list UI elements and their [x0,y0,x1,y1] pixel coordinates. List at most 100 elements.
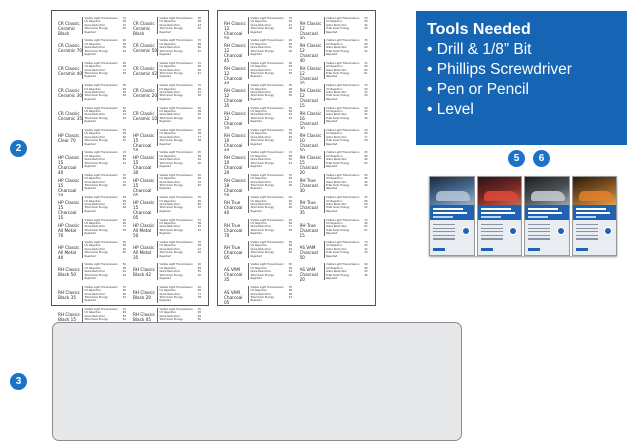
film-spec-values: 20 99 77 58 [118,219,126,233]
film-name-line: Charcoal 05 [133,210,152,219]
spec-value: 46 [122,206,126,210]
spec-label: Total Solar Energy Rejected [159,228,183,236]
film-name: AS VAM Charcoal 35 [224,267,248,282]
film-spec-values: 70 99 22 26 [118,17,126,31]
film-name: RH True Charcoal 70 [224,223,248,238]
film-name: HP Classic All Metal 35 [133,245,157,260]
spec-label: Total Solar Energy Rejected [250,228,274,236]
film-name-line: RH Classic 12 [299,88,322,99]
film-entry: HP Classic All Metal 70 Visible Light Tran… [58,218,127,241]
film-spec-values: 50 99 44 40 [360,17,367,31]
film-entry: CR Classic Ceramic 42 Visible Light Transm… [133,61,202,84]
spec-label: Total Solar Energy Rejected [250,49,274,57]
spec-label: Total Solar Energy Rejected [250,295,274,303]
spec-label: Total Solar Energy Rejected [84,27,108,34]
film-name-line: RH Classic 12 [224,88,246,99]
film-spec-labels: Visible Light Transmission UV Rejection Gl… [157,240,193,258]
car-photo [477,177,521,205]
brand-logo [433,248,445,251]
film-spec-values: 70 99 22 26 [193,84,201,98]
film-name-line: Black 20 [133,294,151,300]
film-name-line: Charcoal 05 [224,249,243,260]
film-spec-values: 70 99 22 26 [284,17,292,31]
car-icon [531,191,565,201]
film-spec-labels: Visible Light Transmission UV Rejection Gl… [82,173,118,191]
spec-label: Total Solar Energy Rejected [159,116,183,124]
film-name-line: RH Classic 12 [224,65,246,76]
film-spec-labels: Visible Light Transmission UV Rejection Gl… [248,196,284,214]
film-spec-labels: Visible Light Transmission UV Rejection Gl… [157,39,193,57]
tools-needed-box: Tools Needed • Drill & 1/8” Bit • Philli… [416,11,627,145]
spec-label: Total Solar Energy Rejected [326,139,350,146]
spec-label: Total Solar Energy Rejected [250,116,274,124]
spec-label: Total Solar Energy Rejected [84,49,108,57]
tools-title: Tools Needed [427,21,531,38]
film-name-line: All Metal 35 [133,249,152,260]
film-name: CR Classic Ceramic Black [58,21,82,36]
film-name-line: Ceramic 70 [58,48,82,54]
film-spec-values: 15 99 83 61 [118,151,126,165]
film-spec-labels: Visible Light Transmission UV Rejection Gl… [157,128,193,146]
film-spec-labels: Visible Light Transmission UV Rejection Gl… [82,151,118,169]
spec-value: 26 [364,251,368,255]
film-entry: CR Classic Ceramic 30 Visible Light Transm… [58,84,127,106]
spec-label: Total Solar Energy Rejected [250,161,274,168]
film-entry: RH Classic 12 Charcoal 35 Visible Light Tr… [224,84,294,107]
film-spec-values: 40 99 55 46 [284,196,292,210]
car-photo [430,177,474,205]
film-spec-labels: Visible Light Transmission UV Rejection Gl… [157,173,193,191]
spec-label: Total Solar Energy Rejected [159,139,183,146]
film-spec-values: 05 99 94 65 [118,241,126,255]
film-spec-values: 40 99 55 46 [118,39,126,53]
cover-badge-icon [509,227,517,235]
spec-value: 46 [122,49,126,53]
spec-value: 40 [364,183,368,187]
film-spec-labels: Visible Light Transmission UV Rejection Gl… [82,17,118,35]
film-spec-values: 50 99 44 40 [193,174,201,188]
spec-value: 52 [197,49,201,53]
film-entry: RH Classic 10 Charcoal 20 Visible Light Tr… [224,151,294,174]
spec-label: Total Solar Energy Rejected [159,161,183,168]
film-spec-labels: Visible Light Transmission UV Rejection Gl… [323,151,360,169]
film-entry: HP Classic 15 Charcoal 50 Visible Light Tr… [133,128,202,151]
spec-value: 46 [197,116,201,120]
film-name-line: RH Classic 10 [299,132,322,143]
film-name-line: Black 50 [58,272,76,278]
film-entry: RH Classic Black 42 Visible Light Transmis… [133,263,202,285]
film-spec-labels: Visible Light Transmission UV Rejection Gl… [82,240,118,258]
film-entry: AS VAM Charcoal 20 Visible Light Transmiss… [300,263,370,285]
film-name: HP Classic 15 Charcoal 20 [58,178,82,196]
cover-title-band [572,205,616,220]
film-name: RH Classic 12 Charcoal 40 [300,43,324,61]
film-name-line: RH Classic 18 [224,177,246,188]
film-spec-labels: Visible Light Transmission UV Rejection Gl… [82,128,118,146]
film-entry: HP Classic 15 Charcoal 40 Visible Light Tr… [58,151,127,174]
spec-value: 26 [197,251,201,255]
spec-value: 52 [122,139,126,143]
film-name: HP Classic All Metal 50 [133,223,157,238]
spec-value: 58 [288,72,292,75]
film-chart-sheet-right: RH Classic 12 Charcoal 50 Visible Light Tr… [217,10,376,306]
film-entry: RH Classic 18 Charcoal 50 Visible Light Tr… [224,173,294,196]
film-name-line: HP Classic 15 [58,177,80,188]
film-spec-values: 20 99 77 58 [118,62,126,76]
spec-value: 40 [122,273,126,277]
film-spec-values: 05 99 94 65 [193,151,201,165]
spec-value: 52 [288,139,292,143]
film-name: RH Classic Black 15 [58,312,82,322]
film-name: RH Classic Black 42 [133,267,157,277]
spec-value: 61 [364,228,368,232]
spec-value: 58 [197,295,201,299]
film-name-line: Charcoal 35 [299,75,318,85]
film-name-line: Charcoal 40 [224,75,243,85]
film-name: CR Classic Ceramic 40 [58,66,82,76]
film-spec-labels: Visible Light Transmission UV Rejection Gl… [157,285,193,303]
film-spec-labels: Visible Light Transmission UV Rejection Gl… [323,173,360,191]
film-name: RH Classic Black 35 [58,290,82,300]
car-photo [525,177,569,205]
tool-item-pen: • Pen or Pencil [427,81,529,98]
tool-item-level: • Level [427,101,474,118]
film-spec-values: 20 99 77 58 [284,219,292,233]
film-name-line: RH Classic 12 [224,43,246,54]
film-name-line: RH Classic 16 [299,110,322,121]
